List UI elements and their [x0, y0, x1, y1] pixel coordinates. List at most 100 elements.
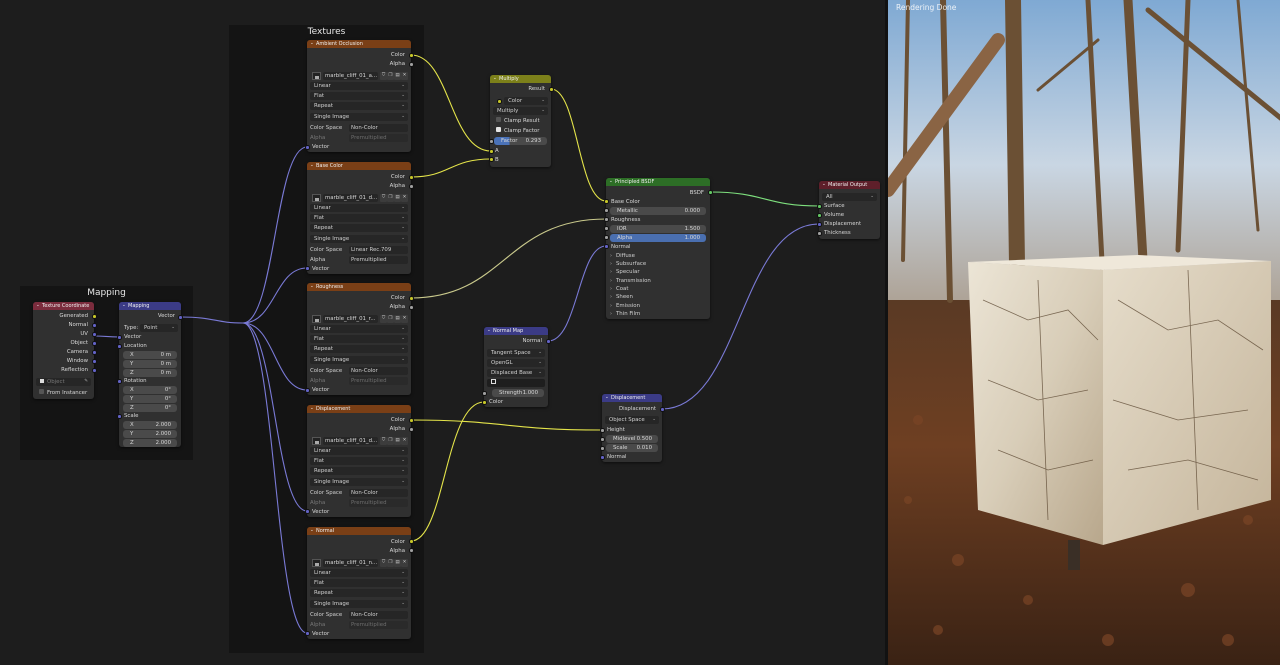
alpha-mode-row[interactable]: Alpha Premultiplied: [310, 134, 408, 142]
midlevel-field[interactable]: Midlevel 0.500: [606, 435, 658, 443]
close-icon[interactable]: ✕: [401, 72, 408, 80]
image-icon[interactable]: [312, 315, 321, 323]
eyedropper-icon[interactable]: ✎: [84, 378, 88, 386]
color-space-row[interactable]: Color Space Non-Color: [310, 367, 408, 375]
node-header[interactable]: ⌄ Displacement: [307, 405, 411, 413]
image-selector[interactable]: marble_cliff_01_n... ⛉ ❐ ▤ ✕: [310, 559, 408, 567]
socket-output[interactable]: [92, 350, 97, 355]
socket-output[interactable]: [660, 407, 665, 412]
socket-input[interactable]: [817, 231, 822, 236]
convention-dropdown[interactable]: OpenGL ⌄: [487, 359, 545, 367]
image-icon[interactable]: [312, 559, 321, 567]
color-space-dropdown[interactable]: Non-Color: [349, 124, 408, 132]
blend-mode-dropdown[interactable]: Multiply ⌄: [493, 107, 548, 115]
uv-map-field[interactable]: [487, 379, 545, 387]
socket-output[interactable]: [92, 323, 97, 328]
socket-input[interactable]: [482, 391, 487, 396]
interpolation-dropdown[interactable]: Linear ⌄: [310, 204, 408, 212]
close-icon[interactable]: ✕: [401, 315, 408, 323]
projection-dropdown[interactable]: Flat ⌄: [310, 335, 408, 343]
socket-input[interactable]: [604, 199, 609, 204]
source-dropdown[interactable]: Single Image ⌄: [310, 356, 408, 364]
socket-input[interactable]: [600, 455, 605, 460]
fake-user-icon[interactable]: ⛉: [380, 315, 387, 323]
node-mapping[interactable]: ⌄ Mapping Vector Type: Point ⌄ Vector Loca…: [119, 302, 181, 447]
target-dropdown[interactable]: All ⌄: [822, 193, 877, 201]
image-name[interactable]: marble_cliff_01_n...: [323, 559, 378, 567]
socket-output[interactable]: [708, 190, 713, 195]
socket-output[interactable]: [409, 62, 414, 67]
space-dropdown[interactable]: Object Space ⌄: [605, 416, 659, 424]
base-dropdown[interactable]: Displaced Base ⌄: [487, 369, 545, 377]
collapse-chevron-icon[interactable]: ⌄: [310, 162, 314, 170]
scale-field[interactable]: Scale 0.010: [606, 444, 658, 452]
color-space-row[interactable]: Color Space Non-Color: [310, 124, 408, 132]
render-viewport[interactable]: Rendering Done: [885, 0, 1280, 665]
socket-output[interactable]: [92, 359, 97, 364]
close-icon[interactable]: ✕: [401, 194, 408, 202]
socket-output[interactable]: [409, 539, 414, 544]
folder-icon[interactable]: ▤: [394, 559, 401, 567]
socket-input[interactable]: [604, 226, 609, 231]
node-header[interactable]: ⌄ Multiply: [490, 75, 551, 83]
image-selector[interactable]: marble_cliff_01_d... ⛉ ❐ ▤ ✕: [310, 194, 408, 202]
socket-output[interactable]: [178, 315, 183, 320]
socket-input[interactable]: [305, 266, 310, 271]
collapse-chevron-icon[interactable]: ⌄: [122, 302, 126, 310]
extension-dropdown[interactable]: Repeat ⌄: [310, 224, 408, 232]
node-image-texture-roughness[interactable]: ⌄ Roughness Color Alpha marble_cliff_01_r…: [307, 283, 411, 395]
location-x-field[interactable]: X 0 m: [123, 351, 177, 359]
extension-dropdown[interactable]: Repeat ⌄: [310, 102, 408, 110]
projection-dropdown[interactable]: Flat ⌄: [310, 457, 408, 465]
image-selector[interactable]: marble_cliff_01_d... ⛉ ❐ ▤ ✕: [310, 437, 408, 445]
image-name[interactable]: marble_cliff_01_r...: [323, 315, 378, 323]
collapse-chevron-icon[interactable]: ⌄: [493, 75, 497, 83]
extension-dropdown[interactable]: Repeat ⌄: [310, 589, 408, 597]
fake-user-icon[interactable]: ⛉: [380, 194, 387, 202]
folder-icon[interactable]: ▤: [394, 437, 401, 445]
socket-output[interactable]: [92, 314, 97, 319]
collapse-chevron-icon[interactable]: ⌄: [310, 405, 314, 413]
socket-output[interactable]: [409, 418, 414, 423]
data-type-dropdown[interactable]: Color ⌄: [504, 97, 548, 105]
node-header[interactable]: ⌄ Roughness: [307, 283, 411, 291]
node-image-texture-normal[interactable]: ⌄ Normal Color Alpha marble_cliff_01_n...…: [307, 527, 411, 639]
rotation-y-field[interactable]: Y 0°: [123, 395, 177, 403]
color-space-dropdown[interactable]: Non-Color: [349, 367, 408, 375]
socket-output[interactable]: [409, 305, 414, 310]
image-name[interactable]: marble_cliff_01_a...: [323, 72, 378, 80]
node-header[interactable]: ⌄ Normal Map: [484, 327, 548, 335]
projection-dropdown[interactable]: Flat ⌄: [310, 214, 408, 222]
collapse-chevron-icon[interactable]: ⌄: [609, 178, 613, 186]
color-space-dropdown[interactable]: Non-Color: [349, 489, 408, 497]
extension-dropdown[interactable]: Repeat ⌄: [310, 467, 408, 475]
color-space-dropdown[interactable]: Linear Rec.709: [349, 246, 408, 254]
panel-thin-film[interactable]: › Thin Film: [610, 310, 640, 318]
socket-output[interactable]: [92, 368, 97, 373]
socket-input[interactable]: [604, 208, 609, 213]
mapping-type-dropdown[interactable]: Point ⌄: [140, 324, 178, 332]
node-header[interactable]: ⌄ Material Output: [819, 181, 880, 189]
scale-y-field[interactable]: Y 2.000: [123, 430, 177, 438]
socket-input[interactable]: [600, 446, 605, 451]
collapse-chevron-icon[interactable]: ⌄: [310, 283, 314, 291]
socket-input[interactable]: [305, 145, 310, 150]
socket-input[interactable]: [482, 400, 487, 405]
node-header[interactable]: ⌄ Displacement: [602, 394, 662, 402]
factor-slider[interactable]: Factor 0.293: [494, 137, 547, 145]
socket-input[interactable]: [489, 149, 494, 154]
image-selector[interactable]: marble_cliff_01_r... ⛉ ❐ ▤ ✕: [310, 315, 408, 323]
duplicate-icon[interactable]: ❐: [387, 194, 394, 202]
scale-z-field[interactable]: Z 2.000: [123, 439, 177, 447]
socket-input[interactable]: [817, 222, 822, 227]
object-field[interactable]: Object ✎: [36, 378, 91, 386]
strength-field[interactable]: Strength 1.000: [492, 389, 544, 397]
alpha-mode-row[interactable]: Alpha Premultiplied: [310, 377, 408, 385]
source-dropdown[interactable]: Single Image ⌄: [310, 235, 408, 243]
socket-input[interactable]: [604, 217, 609, 222]
image-name[interactable]: marble_cliff_01_d...: [323, 437, 378, 445]
fake-user-icon[interactable]: ⛉: [380, 72, 387, 80]
node-displacement[interactable]: ⌄ Displacement Displacement Object Space ⌄…: [602, 394, 662, 462]
image-name[interactable]: marble_cliff_01_d...: [323, 194, 378, 202]
ior-field[interactable]: IOR 1.500: [610, 225, 706, 233]
